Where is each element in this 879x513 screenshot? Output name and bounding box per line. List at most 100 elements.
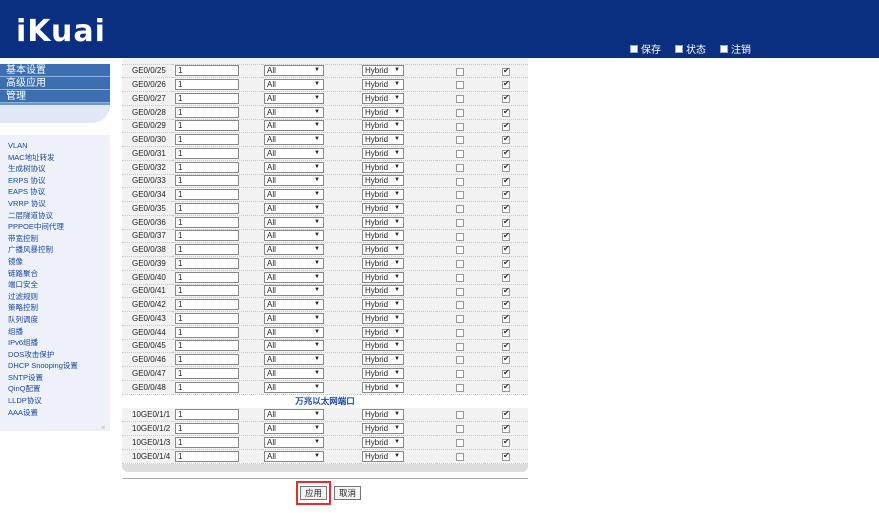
toplink-2[interactable]: 注销 bbox=[720, 41, 751, 56]
pvid-input[interactable]: 1 bbox=[175, 65, 239, 77]
allowed-vlan-select[interactable]: All ▼ bbox=[264, 147, 324, 159]
port-mode-select[interactable]: Hybrid ▼ bbox=[362, 92, 404, 104]
checkbox-1[interactable] bbox=[456, 67, 464, 76]
checkbox-1[interactable] bbox=[456, 370, 464, 378]
allowed-vlan-select[interactable]: All ▼ bbox=[264, 106, 324, 118]
port-mode-select[interactable]: Hybrid ▼ bbox=[362, 340, 404, 352]
allowed-vlan-select[interactable]: All ▼ bbox=[264, 312, 324, 324]
allowed-vlan-select[interactable]: All ▼ bbox=[264, 450, 324, 462]
pvid-input[interactable]: 1 bbox=[175, 147, 239, 159]
checkbox-1[interactable] bbox=[456, 232, 464, 241]
checkbox-2[interactable] bbox=[502, 341, 510, 351]
sidebar-item[interactable]: IPv6组播 bbox=[8, 337, 110, 349]
pvid-input[interactable]: 1 bbox=[175, 436, 239, 448]
pvid-input[interactable]: 1 bbox=[175, 79, 239, 91]
pvid-input[interactable]: 1 bbox=[175, 216, 239, 228]
checkbox-2[interactable] bbox=[502, 162, 510, 172]
allowed-vlan-select[interactable]: All ▼ bbox=[264, 340, 324, 352]
allowed-vlan-select[interactable]: All ▼ bbox=[264, 423, 324, 435]
port-mode-select[interactable]: Hybrid ▼ bbox=[362, 285, 404, 297]
pvid-input[interactable]: 1 bbox=[175, 202, 239, 214]
checkbox-2[interactable] bbox=[502, 451, 510, 461]
port-mode-select[interactable]: Hybrid ▼ bbox=[362, 189, 404, 201]
checkbox-1[interactable] bbox=[456, 95, 464, 103]
sidebar-item[interactable]: SNTP设置 bbox=[8, 372, 110, 384]
checkbox-2[interactable] bbox=[502, 79, 510, 90]
pvid-input[interactable]: 1 bbox=[175, 285, 239, 297]
checkbox-2[interactable] bbox=[502, 203, 510, 213]
sidebar-item[interactable]: 端口安全 bbox=[8, 279, 110, 291]
sidebar-item[interactable]: 镜像 bbox=[8, 256, 110, 268]
port-mode-select[interactable]: Hybrid ▼ bbox=[362, 354, 404, 366]
checkbox-2[interactable] bbox=[502, 437, 510, 447]
pvid-input[interactable]: 1 bbox=[175, 326, 239, 338]
checkbox-2[interactable] bbox=[502, 134, 510, 145]
pvid-input[interactable]: 1 bbox=[175, 134, 239, 146]
allowed-vlan-select[interactable]: All ▼ bbox=[264, 381, 324, 393]
checkbox-1[interactable] bbox=[456, 136, 464, 145]
pvid-input[interactable]: 1 bbox=[175, 189, 239, 201]
checkbox-2[interactable] bbox=[502, 354, 510, 365]
pvid-input[interactable]: 1 bbox=[175, 381, 239, 393]
sidebar-item[interactable]: AAA设置 bbox=[8, 407, 110, 419]
sidebar-item[interactable]: 队列调度 bbox=[8, 314, 110, 326]
allowed-vlan-select[interactable]: All ▼ bbox=[264, 216, 324, 228]
checkbox-2[interactable] bbox=[502, 107, 510, 117]
checkbox-2[interactable] bbox=[502, 423, 510, 434]
checkbox-2[interactable] bbox=[502, 409, 510, 420]
sidebar-item[interactable]: DHCP Snooping设置 bbox=[8, 360, 110, 372]
port-mode-select[interactable]: Hybrid ▼ bbox=[362, 450, 404, 462]
port-mode-select[interactable]: Hybrid ▼ bbox=[362, 312, 404, 324]
port-mode-select[interactable]: Hybrid ▼ bbox=[362, 244, 404, 256]
checkbox-2[interactable] bbox=[502, 313, 510, 323]
sidebar-item[interactable]: MAC地址转发 bbox=[8, 152, 110, 164]
port-mode-select[interactable]: Hybrid ▼ bbox=[362, 79, 404, 91]
pvid-input[interactable]: 1 bbox=[175, 367, 239, 379]
checkbox-2[interactable] bbox=[502, 176, 510, 186]
menu-top-item[interactable]: 高级应用 bbox=[0, 77, 110, 90]
pvid-input[interactable]: 1 bbox=[175, 230, 239, 242]
allowed-vlan-select[interactable]: All ▼ bbox=[264, 367, 324, 379]
allowed-vlan-select[interactable]: All ▼ bbox=[264, 202, 324, 214]
port-mode-select[interactable]: Hybrid ▼ bbox=[362, 423, 404, 435]
port-mode-select[interactable]: Hybrid ▼ bbox=[362, 326, 404, 338]
pvid-input[interactable]: 1 bbox=[175, 354, 239, 366]
port-mode-select[interactable]: Hybrid ▼ bbox=[362, 202, 404, 214]
pvid-input[interactable]: 1 bbox=[175, 175, 239, 187]
port-mode-select[interactable]: Hybrid ▼ bbox=[362, 367, 404, 379]
checkbox-2[interactable] bbox=[502, 382, 510, 392]
checkbox-2[interactable] bbox=[502, 121, 510, 131]
checkbox-1[interactable] bbox=[456, 287, 464, 296]
allowed-vlan-select[interactable]: All ▼ bbox=[264, 120, 324, 132]
checkbox-1[interactable] bbox=[456, 246, 464, 255]
allowed-vlan-select[interactable]: All ▼ bbox=[264, 299, 324, 311]
checkbox-1[interactable] bbox=[456, 425, 464, 434]
checkbox-2[interactable] bbox=[502, 299, 510, 310]
pvid-input[interactable]: 1 bbox=[175, 106, 239, 118]
pvid-input[interactable]: 1 bbox=[175, 257, 239, 269]
pvid-input[interactable]: 1 bbox=[175, 161, 239, 173]
checkbox-2[interactable] bbox=[502, 258, 510, 268]
allowed-vlan-select[interactable]: All ▼ bbox=[264, 436, 324, 448]
allowed-vlan-select[interactable]: All ▼ bbox=[264, 134, 324, 146]
sidebar-item[interactable]: VRRP 协议 bbox=[8, 198, 110, 210]
checkbox-1[interactable] bbox=[456, 218, 464, 227]
checkbox-1[interactable] bbox=[456, 383, 464, 392]
checkbox-1[interactable] bbox=[456, 150, 464, 158]
checkbox-1[interactable] bbox=[456, 356, 464, 365]
allowed-vlan-select[interactable]: All ▼ bbox=[264, 326, 324, 338]
allowed-vlan-select[interactable]: All ▼ bbox=[264, 92, 324, 104]
checkbox-1[interactable] bbox=[456, 81, 464, 90]
checkbox-1[interactable] bbox=[456, 108, 464, 117]
checkbox-2[interactable] bbox=[502, 93, 510, 103]
checkbox-1[interactable] bbox=[456, 411, 464, 420]
checkbox-1[interactable] bbox=[456, 439, 464, 447]
checkbox-1[interactable] bbox=[456, 122, 464, 131]
pvid-input[interactable]: 1 bbox=[175, 450, 239, 462]
sidebar-item[interactable]: DOS攻击保护 bbox=[8, 349, 110, 361]
checkbox-1[interactable] bbox=[456, 452, 464, 461]
sidebar-item[interactable]: 组播 bbox=[8, 326, 110, 338]
port-mode-select[interactable]: Hybrid ▼ bbox=[362, 161, 404, 173]
port-mode-select[interactable]: Hybrid ▼ bbox=[362, 299, 404, 311]
sidebar-item[interactable]: LLDP协议 bbox=[8, 395, 110, 407]
